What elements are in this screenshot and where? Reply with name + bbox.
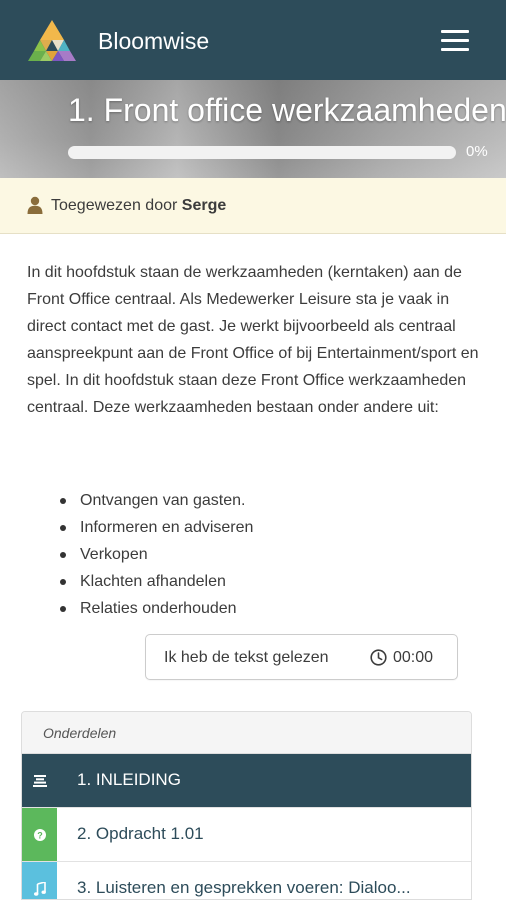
section-item-label: 3. Luisteren en gesprekken voeren: Dialo…: [77, 878, 411, 897]
navbar: Bloomwise: [0, 0, 506, 80]
tasks-list: Ontvangen van gasten. Informeren en advi…: [58, 487, 253, 622]
section-item-inleiding[interactable]: 1. INLEIDING: [22, 754, 471, 808]
section-item-label: 1. INLEIDING: [77, 770, 181, 789]
text-read-label: Ik heb de tekst gelezen: [164, 649, 329, 666]
list-item: Ontvangen van gasten.: [58, 487, 253, 514]
section-item-luisteren[interactable]: 3. Luisteren en gesprekken voeren: Dialo…: [22, 862, 471, 899]
sections-panel-header: Onderdelen: [22, 712, 471, 754]
list-item: Informeren en adviseren: [58, 514, 253, 541]
triangle-logo-icon[interactable]: [27, 18, 77, 63]
svg-text:?: ?: [37, 830, 43, 840]
music-note-icon: [22, 862, 57, 899]
chapter-intro-text: In dit hoofdstuk staan de werkzaamheden …: [27, 264, 479, 416]
section-item-label: 2. Opdracht 1.01: [77, 824, 204, 843]
text-read-button[interactable]: Ik heb de tekst gelezen 00:00: [145, 634, 458, 680]
sections-heading: Onderdelen: [43, 725, 117, 741]
text-lines-icon: [22, 754, 57, 807]
section-item-opdracht[interactable]: ? 2. Opdracht 1.01: [22, 808, 471, 862]
brand-name: Bloomwise: [98, 28, 210, 54]
user-icon: [27, 196, 43, 214]
chapter-progress-bar: [68, 146, 456, 159]
assigned-prefix: Toegewezen door: [51, 197, 178, 214]
sections-panel: Onderdelen 1. INLEIDING ? 2. Opdracht 1.…: [21, 711, 472, 900]
list-item: Verkopen: [58, 541, 253, 568]
clock-icon: [370, 649, 387, 666]
assigned-by-text: Toegewezen door Serge: [51, 197, 226, 215]
chapter-header: 1. Front office werkzaamheden: [0, 80, 506, 178]
chapter-title: 1. Front office werkzaamheden: [68, 92, 506, 128]
list-item: Klachten afhandelen: [58, 568, 253, 595]
question-circle-icon: ?: [22, 808, 57, 861]
list-item: Relaties onderhouden: [58, 595, 253, 622]
reading-timer: 00:00: [393, 649, 434, 666]
progress-label: 0%: [466, 143, 488, 160]
assigned-name: Serge: [181, 197, 227, 214]
hamburger-menu-icon[interactable]: [438, 28, 472, 54]
